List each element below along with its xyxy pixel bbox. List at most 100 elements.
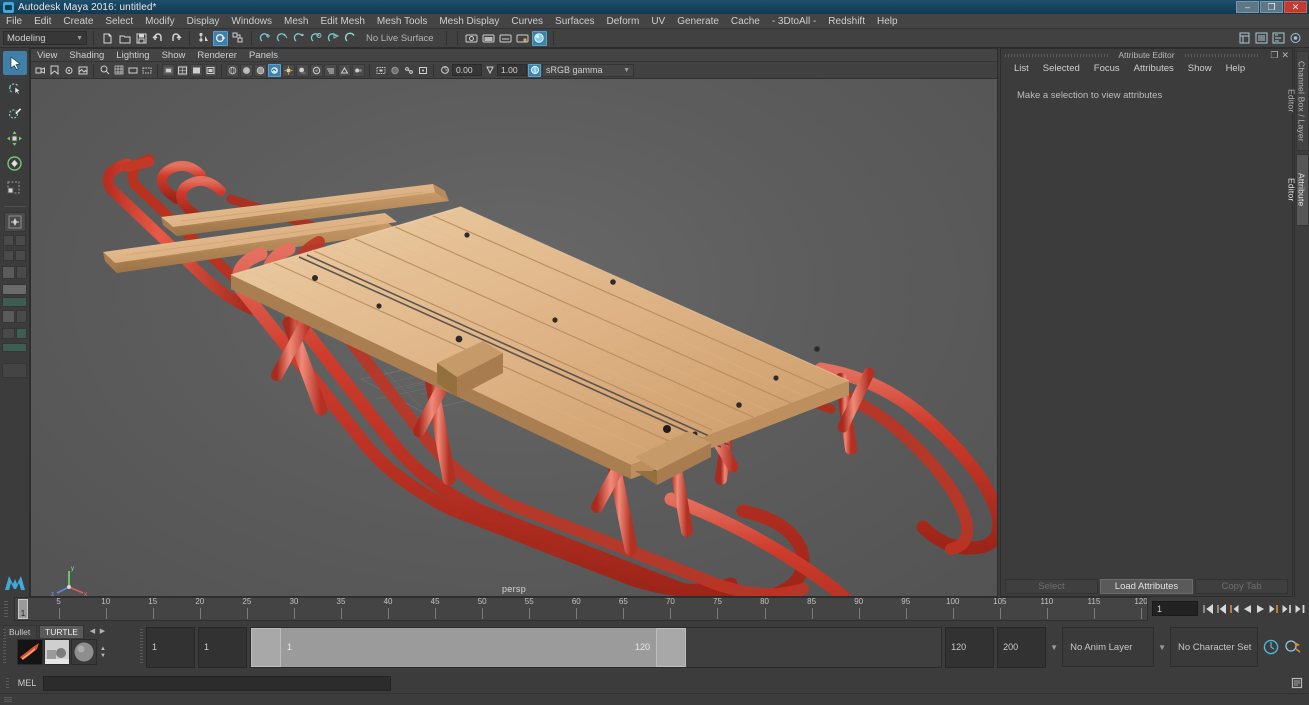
four-view-layout[interactable] xyxy=(15,235,26,246)
menu-redshift[interactable]: Redshift xyxy=(822,14,871,29)
multisample-aa-icon[interactable] xyxy=(338,63,351,77)
snap-to-view-plane-icon[interactable] xyxy=(326,31,341,46)
new-scene-icon[interactable] xyxy=(100,31,115,46)
exposure-icon[interactable] xyxy=(438,64,451,77)
command-input[interactable] xyxy=(43,675,391,691)
bookmarks-icon[interactable] xyxy=(48,64,61,77)
animation-preferences-icon[interactable] xyxy=(1284,638,1302,656)
range-slider-track[interactable]: 1 120 xyxy=(250,626,943,668)
command-language-label[interactable]: MEL xyxy=(14,678,40,688)
chevron-up-icon[interactable]: ▲ xyxy=(100,646,106,652)
menu-edit-mesh[interactable]: Edit Mesh xyxy=(314,14,370,29)
range-slider-bar[interactable]: 1 120 xyxy=(251,627,686,667)
animation-start-time-field[interactable]: 1 xyxy=(146,626,195,668)
auto-keyframe-icon[interactable] xyxy=(1262,638,1280,656)
snap-to-projected-center-icon[interactable] xyxy=(309,31,324,46)
lasso-select-tool[interactable] xyxy=(3,76,27,100)
step-back-frame-icon[interactable] xyxy=(1215,602,1227,617)
shelf-next-icon[interactable]: ▶ xyxy=(98,627,107,635)
safe-title-icon[interactable] xyxy=(204,63,217,77)
attr-menu-show[interactable]: Show xyxy=(1181,61,1219,76)
select-by-object-icon[interactable] xyxy=(213,30,228,46)
persp-hypershade-layout[interactable] xyxy=(2,284,27,295)
make-live-icon[interactable] xyxy=(343,31,358,46)
render-current-frame-icon[interactable] xyxy=(481,31,496,46)
snap-to-grid-icon[interactable] xyxy=(258,31,273,46)
menu-windows[interactable]: Windows xyxy=(225,14,278,29)
playback-end-time-field[interactable]: 120 xyxy=(945,626,995,668)
chevron-down-icon[interactable]: ▼ xyxy=(100,653,106,659)
copy-tab-button[interactable]: Copy Tab xyxy=(1195,579,1288,594)
tab-attribute-editor[interactable]: Attribute Editor xyxy=(1287,154,1309,226)
attr-menu-list[interactable]: List xyxy=(1007,61,1036,76)
screen-space-ao-icon[interactable] xyxy=(310,63,323,77)
turtle-render-icon[interactable] xyxy=(44,639,70,665)
xray-joints-icon[interactable] xyxy=(402,64,415,77)
current-time-indicator[interactable]: 1 xyxy=(18,599,28,619)
turtle-material-icon[interactable] xyxy=(71,639,97,665)
character-set-selector[interactable]: No Character Set xyxy=(1170,627,1258,667)
persp-graph-editor-layout[interactable] xyxy=(15,250,26,261)
range-handle-right[interactable] xyxy=(656,627,686,667)
exposure-field[interactable]: 0.00 xyxy=(452,64,482,76)
shelf-tab-turtle[interactable]: TURTLE xyxy=(39,624,84,638)
snap-to-curve-icon[interactable] xyxy=(275,31,290,46)
range-slider-grip[interactable] xyxy=(137,625,146,669)
paint-select-tool[interactable] xyxy=(3,101,27,125)
attr-menu-attributes[interactable]: Attributes xyxy=(1127,61,1181,76)
menu-mesh-tools[interactable]: Mesh Tools xyxy=(371,14,433,29)
smooth-shade-all-icon[interactable] xyxy=(240,63,253,77)
wireframe-icon[interactable] xyxy=(226,63,239,77)
sidebar-channel-box-icon[interactable] xyxy=(1237,31,1252,46)
gamma-icon[interactable] xyxy=(483,64,496,77)
show-render-view-icon[interactable] xyxy=(464,31,479,46)
restore-button[interactable]: ❐ xyxy=(1260,1,1283,13)
safe-action-icon[interactable] xyxy=(190,63,203,77)
use-all-lights-icon[interactable] xyxy=(282,63,295,77)
command-line-grip[interactable] xyxy=(4,676,11,691)
menu-create[interactable]: Create xyxy=(57,14,99,29)
shaded-wireframe-icon[interactable] xyxy=(254,63,267,77)
field-chart-icon[interactable] xyxy=(176,63,189,77)
single-pane-layout[interactable] xyxy=(2,343,27,352)
menu-cache[interactable]: Cache xyxy=(725,14,766,29)
select-camera-icon[interactable] xyxy=(34,64,47,77)
play-forwards-icon[interactable] xyxy=(1254,602,1266,617)
color-management-selector[interactable]: sRGB gamma ▼ xyxy=(542,63,634,77)
two-panes-stacked-layout[interactable] xyxy=(16,266,27,279)
menu-mesh[interactable]: Mesh xyxy=(278,14,314,29)
script-editor-icon[interactable] xyxy=(1290,676,1304,690)
viewport-menu-view[interactable]: View xyxy=(31,49,63,62)
last-tool-used[interactable] xyxy=(3,212,26,232)
menu-generate[interactable]: Generate xyxy=(671,14,725,29)
select-by-hierarchy-icon[interactable] xyxy=(196,31,211,46)
film-gate-icon[interactable] xyxy=(126,64,139,77)
redo-icon[interactable] xyxy=(168,31,183,46)
anim-layer-chevron-down-icon[interactable]: ▼ xyxy=(1050,643,1058,652)
turtle-bake-layer-icon[interactable] xyxy=(17,639,43,665)
render-settings-icon[interactable] xyxy=(515,31,530,46)
menu-3dtoall[interactable]: - 3DtoAll - xyxy=(766,14,822,29)
motion-blur-icon[interactable] xyxy=(324,63,337,77)
time-slider[interactable]: 1 5 10 15 20 25 30 35 40 45 50 55 60 65 70 75 80 85 90 95 1… xyxy=(14,597,1148,621)
attr-menu-help[interactable]: Help xyxy=(1219,61,1253,76)
gate-mask-icon[interactable] xyxy=(162,63,175,77)
undo-icon[interactable] xyxy=(151,31,166,46)
attr-menu-focus[interactable]: Focus xyxy=(1087,61,1127,76)
xray-icon[interactable] xyxy=(388,64,401,77)
hypershade-icon[interactable] xyxy=(531,30,547,46)
close-button[interactable]: ✕ xyxy=(1284,1,1307,13)
persp-uv-editor-layout[interactable] xyxy=(2,328,15,339)
menu-set-selector[interactable]: Modeling ▼ xyxy=(3,31,87,45)
viewport-menu-lighting[interactable]: Lighting xyxy=(110,49,155,62)
playback-start-time-field[interactable]: 1 xyxy=(198,626,247,668)
menu-select[interactable]: Select xyxy=(99,14,139,29)
sidebar-tool-settings-icon[interactable] xyxy=(1271,31,1286,46)
panel-grip-left[interactable] xyxy=(1005,54,1109,57)
menu-help[interactable]: Help xyxy=(871,14,904,29)
viewport-menu-panels[interactable]: Panels xyxy=(243,49,284,62)
color-management-toggle-icon[interactable] xyxy=(528,63,541,77)
current-frame-field[interactable]: 1 xyxy=(1152,601,1198,616)
play-backwards-icon[interactable] xyxy=(1241,602,1253,617)
grid-toggle-icon[interactable] xyxy=(112,64,125,77)
